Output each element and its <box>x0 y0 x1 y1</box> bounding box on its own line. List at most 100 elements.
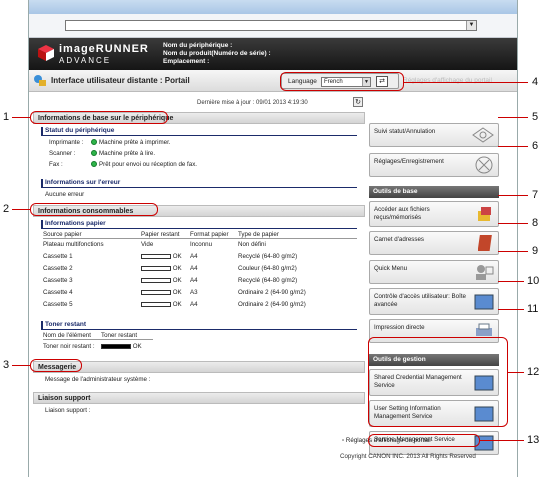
callout-line <box>498 223 528 224</box>
status-value: Prêt pour envoi ou réception de fax. <box>91 161 197 168</box>
device-status-title: Statut du périphérique <box>41 127 357 136</box>
status-ok-icon <box>91 161 97 167</box>
monitor-icon <box>474 294 494 309</box>
status-value: Machine prête à imprimer. <box>91 139 171 146</box>
paper-source: Cassette 2 <box>43 265 73 272</box>
paper-remaining: OK <box>141 265 182 272</box>
paper-info-title: Informations papier <box>41 220 357 229</box>
paper-level-bar <box>141 254 171 259</box>
brand-name: imageRUNNER <box>59 43 149 55</box>
location-label: Emplacement : <box>163 58 210 65</box>
callout-line <box>508 372 524 373</box>
callout-number: 7 <box>532 189 539 201</box>
address-dropdown[interactable]: ▼ <box>65 20 477 31</box>
callout-number: 13 <box>527 434 540 446</box>
copyright: Copyright CANON INC. 2013 All Rights Res… <box>340 453 476 460</box>
page-title: Interface utilisateur distante : Portail <box>51 76 190 85</box>
callout-box-3 <box>30 359 82 372</box>
callout-box-12 <box>368 337 508 427</box>
chevron-down-icon[interactable]: ▼ <box>466 21 476 30</box>
callout-box-4 <box>280 72 404 91</box>
paper-col-remaining: Papier restant <box>141 231 180 238</box>
address-book-button[interactable]: Carnet d'adresses <box>369 231 499 255</box>
callout-line <box>498 251 528 252</box>
paper-col-format: Format papier <box>190 231 229 238</box>
paper-level-bar <box>141 290 171 295</box>
callout-line <box>404 82 528 83</box>
toner-value: OK <box>101 343 142 350</box>
status-label: Scanner : <box>49 150 76 157</box>
paper-remaining: Vide <box>141 241 154 248</box>
paper-type: Ordinaire 2 (64-90 g/m2) <box>238 301 306 308</box>
paper-format: A4 <box>190 265 198 272</box>
product-name-label: Nom du produit(Numéro de série) : <box>163 50 271 57</box>
callout-line <box>12 365 30 366</box>
paper-format: A3 <box>190 289 198 296</box>
divider <box>43 238 357 239</box>
device-info: Nom du périphérique : Nom du produit(Num… <box>163 42 271 66</box>
paper-col-type: Type de papier <box>238 231 279 238</box>
paper-type: Ordinaire 2 (64-90 g/m2) <box>238 289 306 296</box>
device-header: imageRUNNER ADVANCE Nom du périphérique … <box>29 38 517 70</box>
callout-number: 5 <box>532 111 539 123</box>
status-value: Machine prête à lire. <box>91 150 155 157</box>
paper-format: A4 <box>190 277 198 284</box>
portal-icon <box>34 75 46 86</box>
error-value: Aucune erreur <box>45 191 85 198</box>
paper-source: Plateau multifonctions <box>43 241 104 248</box>
paper-type: Recyclé (64-80 g/m2) <box>238 277 298 284</box>
status-cancel-button[interactable]: Suivi statut/Annulation <box>369 123 499 147</box>
status-ok-icon <box>91 150 97 156</box>
paper-level-bar <box>141 266 171 271</box>
status-label: Fax : <box>49 161 63 168</box>
callout-line <box>12 209 30 210</box>
title-bar: Interface utilisateur distante : Portail… <box>29 70 517 92</box>
callout-number: 12 <box>527 366 540 378</box>
paper-source: Cassette 4 <box>43 289 73 296</box>
toner-level-bar <box>101 344 131 349</box>
toner-title: Toner restant <box>41 321 357 330</box>
callout-box-13 <box>368 434 480 447</box>
status-ok-icon <box>91 139 97 145</box>
paper-source: Cassette 5 <box>43 301 73 308</box>
toner-label: Toner noir restant : <box>43 343 95 350</box>
eye-icon <box>472 127 494 143</box>
access-control-button[interactable]: Contrôle d'accès utilisateur: Boîte avan… <box>369 288 499 315</box>
tools-icon <box>475 156 493 174</box>
paper-remaining: OK <box>141 277 182 284</box>
paper-format: A4 <box>190 253 198 260</box>
paper-format: A4 <box>190 301 198 308</box>
quick-menu-button[interactable]: Quick Menu <box>369 260 499 284</box>
settings-registration-button[interactable]: Réglages/Enregistrement <box>369 153 499 177</box>
callout-box-1 <box>30 111 168 124</box>
paper-type: Recyclé (64-80 g/m2) <box>238 253 298 260</box>
support-value: Liaison support : <box>45 407 91 414</box>
address-book-icon <box>478 235 492 251</box>
toner-col-remaining: Toner restant <box>101 332 138 339</box>
paper-source: Cassette 3 <box>43 277 73 284</box>
paper-format: Inconnu <box>190 241 213 248</box>
user-menu-icon <box>476 265 494 280</box>
refresh-icon[interactable]: ↻ <box>353 97 363 107</box>
paper-remaining: OK <box>141 301 182 308</box>
callout-box-2 <box>30 203 158 216</box>
paper-level-bar <box>141 278 171 283</box>
device-name-label: Nom du périphérique : <box>163 42 233 49</box>
callout-line <box>498 195 528 196</box>
error-info-title: Informations sur l'erreur <box>41 179 357 188</box>
status-label: Imprimante : <box>49 139 84 146</box>
paper-level-bar <box>141 302 171 307</box>
callout-line <box>498 281 524 282</box>
callout-number: 11 <box>527 303 539 315</box>
callout-line <box>498 309 524 310</box>
admin-message: Message de l'administrateur système : <box>45 376 151 383</box>
messaging-header: Messagerie <box>33 361 365 373</box>
toner-col-name: Nom de l'élément <box>43 332 91 339</box>
address-row: ▼ <box>29 14 517 38</box>
last-update: Dernière mise à jour : 09/01 2013 4:19:3… <box>197 100 308 106</box>
callout-number: 4 <box>532 76 539 88</box>
callout-number: 9 <box>532 245 539 257</box>
callout-line <box>498 146 528 147</box>
mailbox-button[interactable]: Accéder aux fichiers reçus/mémorisés <box>369 201 499 227</box>
callout-number: 1 <box>3 111 10 123</box>
